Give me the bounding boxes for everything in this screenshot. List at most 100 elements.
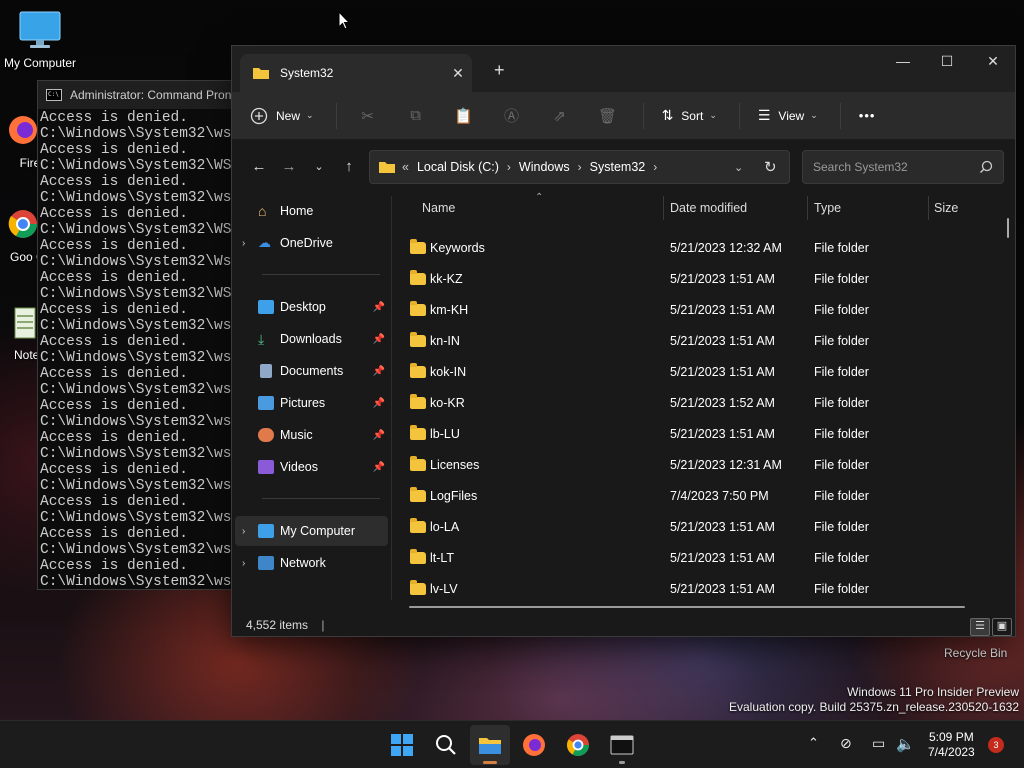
pin-icon[interactable]: 📌 (373, 398, 385, 409)
table-row[interactable]: lv-LV 5/21/2023 1:51 AM File folder (402, 573, 1002, 604)
folder-icon (410, 579, 426, 595)
address-dropdown-icon[interactable]: ⌄ (734, 161, 743, 174)
back-arrow-icon[interactable]: ← (244, 158, 274, 175)
chevron-right-icon[interactable]: › (507, 160, 511, 174)
table-row[interactable]: lt-LT 5/21/2023 1:51 AM File folder (402, 542, 1002, 573)
copy-icon[interactable]: ⧉ (403, 107, 429, 124)
close-window-icon[interactable]: ✕ (970, 46, 1016, 76)
address-bar[interactable]: « Local Disk (C:) › Windows › System32 ›… (369, 150, 790, 184)
explorer-titlebar[interactable]: System32 ✕ + — ☐ ✕ (232, 46, 1015, 92)
forward-arrow-icon[interactable]: → (274, 158, 304, 175)
folder-icon (410, 424, 426, 440)
table-row[interactable]: kok-IN 5/21/2023 1:51 AM File folder (402, 356, 1002, 387)
pin-icon[interactable]: 📌 (373, 366, 385, 377)
search-icon (436, 735, 456, 755)
pane-splitter[interactable] (391, 196, 392, 600)
chevron-right-icon[interactable]: › (242, 558, 258, 569)
recycle-bin-label[interactable]: Recycle Bin (944, 646, 1007, 660)
horizontal-scrollbar[interactable] (409, 606, 965, 608)
search-placeholder: Search System32 (813, 160, 908, 174)
maximize-icon[interactable]: ☐ (924, 46, 970, 76)
breadcrumb-overflow-icon[interactable]: « (402, 160, 409, 174)
chevron-right-icon[interactable]: › (578, 160, 582, 174)
table-row[interactable]: ko-KR 5/21/2023 1:52 AM File folder (402, 387, 1002, 418)
taskbar-chrome[interactable] (558, 725, 598, 765)
column-header-size[interactable]: Size (934, 192, 958, 224)
nav-item-videos[interactable]: Videos 📌 (232, 452, 387, 482)
table-row[interactable]: lo-LA 5/21/2023 1:51 AM File folder (402, 511, 1002, 542)
notepad-icon (14, 307, 36, 339)
tab-close-icon[interactable]: ✕ (444, 65, 472, 82)
tiles-view-icon[interactable]: ▣ (992, 618, 1012, 636)
show-hidden-icons-chevron-icon[interactable]: ⌃ (808, 735, 819, 751)
chevron-right-icon[interactable]: › (242, 526, 258, 537)
nav-item-desktop[interactable]: Desktop 📌 (232, 292, 387, 322)
new-button[interactable]: New ⌄ (250, 107, 314, 125)
breadcrumb-system32[interactable]: System32 (590, 160, 646, 174)
refresh-icon[interactable]: ↻ (764, 158, 777, 176)
nav-item-downloads[interactable]: ⤓ Downloads 📌 (232, 324, 387, 354)
column-header-name[interactable]: Name (422, 192, 455, 224)
new-tab-icon[interactable]: + (494, 60, 505, 81)
nav-item-network[interactable]: › Network (232, 548, 387, 578)
details-view-icon[interactable]: ☰ (970, 618, 990, 636)
folder-icon (410, 269, 426, 285)
column-divider[interactable] (928, 196, 929, 220)
delete-icon[interactable]: 🗑 (595, 107, 621, 125)
notification-badge[interactable]: 3 (988, 737, 1004, 753)
clock[interactable]: 5:09 PM 7/4/2023 (928, 730, 975, 760)
nav-item-documents[interactable]: Documents 📌 (232, 356, 387, 386)
search-box[interactable]: Search System32 (802, 150, 1004, 184)
table-row[interactable]: kk-KZ 5/21/2023 1:51 AM File folder (402, 263, 1002, 294)
nav-item-my-computer[interactable]: › My Computer (235, 516, 388, 546)
nav-item-onedrive[interactable]: › ☁ OneDrive (232, 228, 387, 258)
column-divider[interactable] (807, 196, 808, 220)
pin-icon[interactable]: 📌 (373, 430, 385, 441)
paste-icon[interactable]: 📋 (451, 107, 477, 125)
table-row[interactable]: Licenses 5/21/2023 12:31 AM File folder (402, 449, 1002, 480)
table-row[interactable]: LogFiles 7/4/2023 7:50 PM File folder (402, 480, 1002, 511)
network-status-icon[interactable]: ▭ (872, 735, 885, 752)
nav-item-music[interactable]: Music 📌 (232, 420, 387, 450)
nav-item-home[interactable]: ⌂ Home (232, 196, 387, 226)
table-row[interactable]: lb-LU 5/21/2023 1:51 AM File folder (402, 418, 1002, 449)
folder-icon (253, 68, 269, 79)
cut-icon[interactable]: ✂ (355, 107, 381, 125)
chevron-right-icon[interactable]: › (242, 238, 258, 249)
start-button[interactable] (382, 725, 422, 765)
file-explorer-window[interactable]: System32 ✕ + — ☐ ✕ New ⌄ ✂ ⧉ 📋 Ⓐ ⇗ 🗑 ⇅ S… (231, 45, 1016, 637)
pin-icon[interactable]: 📌 (373, 302, 385, 313)
desktop-icon-label: My Computer (3, 56, 77, 70)
taskbar-file-explorer[interactable] (470, 725, 510, 765)
pin-icon[interactable]: 📌 (373, 462, 385, 473)
column-header-type[interactable]: Type (814, 192, 841, 224)
table-row[interactable]: kn-IN 5/21/2023 1:51 AM File folder (402, 325, 1002, 356)
taskbar-search-button[interactable] (426, 725, 466, 765)
share-icon[interactable]: ⇗ (547, 107, 573, 125)
up-arrow-icon[interactable]: ↑ (334, 158, 364, 175)
recent-locations-icon[interactable]: ⌄ (304, 160, 334, 173)
sort-button[interactable]: ⇅ Sort ⌄ (662, 107, 717, 124)
column-divider[interactable] (663, 196, 664, 220)
breadcrumb-local-disk[interactable]: Local Disk (C:) (417, 160, 499, 174)
rename-icon[interactable]: Ⓐ (499, 105, 525, 126)
volume-icon[interactable]: 🔈 (896, 735, 915, 753)
minimize-icon[interactable]: — (880, 46, 926, 76)
nav-label-home: Home (280, 204, 314, 218)
sort-ascending-icon: ⌃ (535, 192, 544, 203)
column-header-date[interactable]: Date modified (670, 192, 747, 224)
vertical-scrollbar[interactable] (1007, 218, 1009, 238)
table-row[interactable]: Keywords 5/21/2023 12:32 AM File folder (402, 232, 1002, 263)
network-disconnected-icon[interactable]: ⊘ (840, 735, 852, 752)
taskbar-firefox[interactable] (514, 725, 554, 765)
nav-item-pictures[interactable]: Pictures 📌 (232, 388, 387, 418)
view-button[interactable]: ☰ View ⌄ (758, 107, 818, 124)
table-row[interactable]: km-KH 5/21/2023 1:51 AM File folder (402, 294, 1002, 325)
pin-icon[interactable]: 📌 (373, 334, 385, 345)
more-options-button[interactable]: ••• (859, 108, 876, 123)
chevron-right-icon[interactable]: › (653, 160, 657, 174)
breadcrumb-windows[interactable]: Windows (519, 160, 570, 174)
tab-system32[interactable]: System32 ✕ (240, 54, 472, 92)
desktop-icon-my-computer[interactable]: My Computer (0, 10, 80, 70)
taskbar-terminal[interactable] (602, 725, 642, 765)
